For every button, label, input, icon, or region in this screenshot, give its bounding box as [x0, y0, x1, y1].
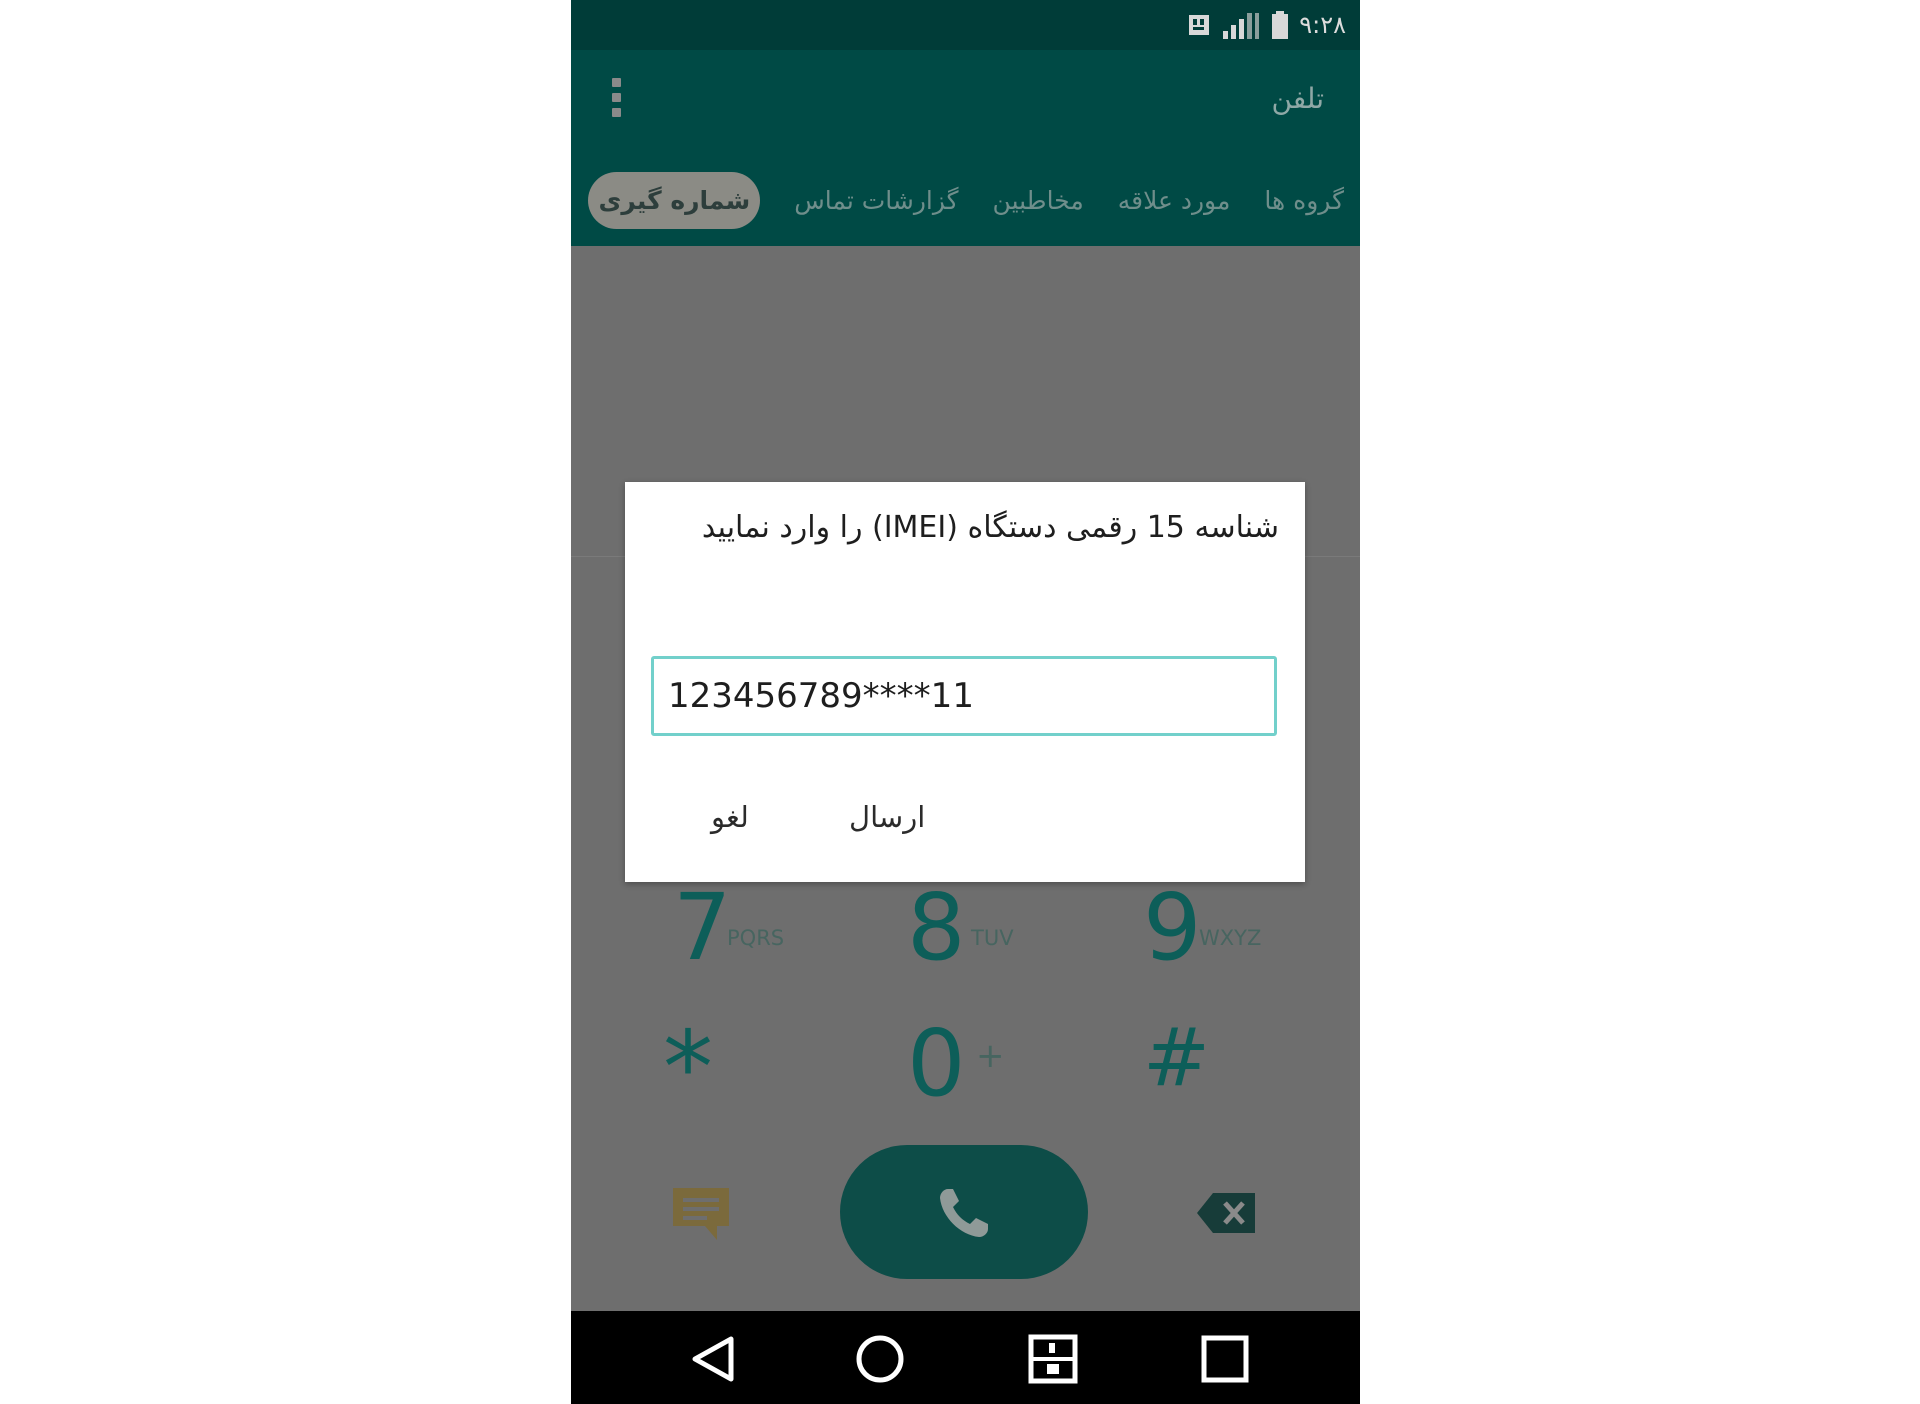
key-digit: * — [663, 1009, 713, 1126]
phone-icon — [934, 1183, 994, 1243]
status-icons: ۹:۲۸ — [1187, 8, 1346, 42]
home-icon[interactable] — [854, 1333, 906, 1385]
key-letters: PQRS — [727, 926, 785, 950]
status-bar: ۹:۲۸ — [571, 0, 1360, 50]
status-clock: ۹:۲۸ — [1299, 11, 1346, 39]
imei-input[interactable] — [651, 656, 1277, 736]
tab-bar: گروه ها مورد علاقه مخاطبین گزارشات تماس … — [571, 160, 1360, 240]
key-letters: + — [976, 1036, 1005, 1076]
app-bar: تلفن گروه ها مورد علاقه مخاطبین گزارشات … — [571, 50, 1360, 246]
signal-icon — [1221, 11, 1261, 39]
battery-icon — [1271, 11, 1289, 39]
sim-icon — [1187, 13, 1211, 37]
tab-favorites[interactable]: مورد علاقه — [1118, 186, 1231, 215]
call-button[interactable] — [840, 1145, 1088, 1279]
key-digit: 0 — [907, 1010, 966, 1117]
recents-icon[interactable] — [1199, 1333, 1251, 1385]
tab-dialer[interactable]: شماره گیری — [588, 171, 761, 229]
key-letters: WXYZ — [1199, 926, 1262, 950]
key-digit: 9 — [1143, 874, 1202, 981]
key-digit: 7 — [673, 874, 732, 981]
tab-groups[interactable]: گروه ها — [1264, 186, 1344, 215]
send-button[interactable]: ارسال — [849, 800, 925, 834]
tab-contacts[interactable]: مخاطبین — [993, 186, 1084, 215]
back-icon[interactable] — [687, 1333, 739, 1385]
cancel-button[interactable]: لغو — [711, 800, 749, 834]
imei-dialog: شناسه 15 رقمی دستگاه (IMEI) را وارد نمای… — [625, 482, 1305, 882]
more-vert-icon[interactable] — [609, 78, 625, 128]
dual-window-icon[interactable] — [1027, 1333, 1079, 1385]
navigation-bar — [571, 1311, 1360, 1404]
app-title: تلفن — [1271, 82, 1324, 115]
dialog-title: شناسه 15 رقمی دستگاه (IMEI) را وارد نمای… — [701, 510, 1279, 545]
tab-call-logs[interactable]: گزارشات تماس — [794, 186, 958, 215]
key-digit: # — [1143, 1011, 1211, 1104]
key-letters: TUV — [971, 926, 1014, 950]
message-icon[interactable] — [671, 1186, 731, 1241]
key-digit: 8 — [907, 874, 966, 981]
backspace-icon[interactable] — [1195, 1191, 1257, 1235]
